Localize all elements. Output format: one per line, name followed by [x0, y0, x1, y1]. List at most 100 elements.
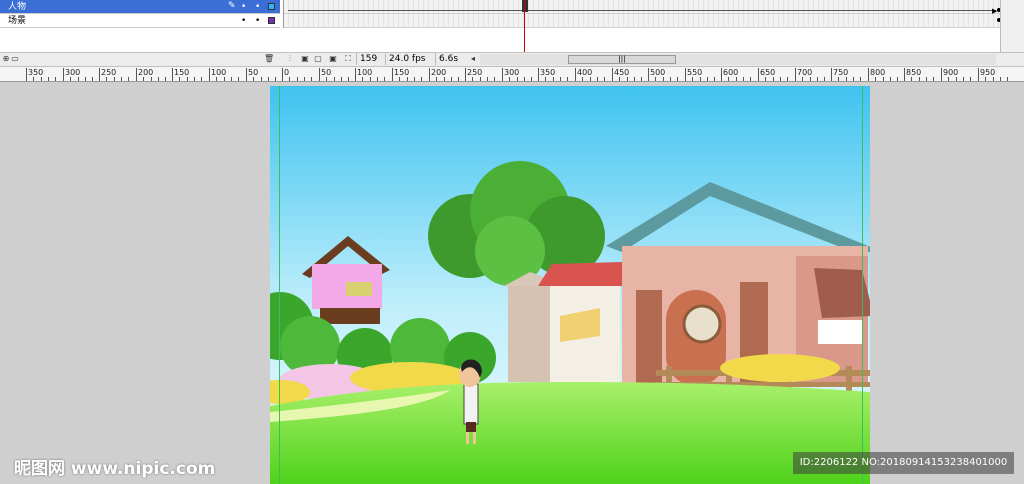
delete-layer-icon[interactable]: 🗑	[264, 54, 274, 64]
ruler-minor-tick	[780, 77, 781, 81]
ruler-minor-tick	[1000, 77, 1001, 81]
center-frame-icon[interactable]: ⫶	[285, 54, 295, 64]
layer-color-swatch[interactable]	[268, 17, 275, 24]
layer-row-characters[interactable]: 人物 ✎ • •	[0, 0, 280, 14]
ruler-major-tick	[904, 68, 905, 81]
horizontal-scroll-thumb[interactable]: |||	[568, 55, 676, 64]
lock-toggle[interactable]: •	[255, 15, 260, 27]
ruler-minor-tick	[824, 77, 825, 81]
frame-rate[interactable]: 24.0 fps	[385, 53, 433, 65]
timeline-status-bar: ⊕ ▭ 🗑 ⫶ ▣ ▢ ▣ ⛶ 159 24.0 fps 6.6s ◂ |||	[0, 52, 1024, 67]
ruler-label: 100	[211, 68, 227, 77]
ruler-minor-tick	[582, 77, 583, 81]
ruler-minor-tick	[677, 77, 678, 81]
ruler-label: 450	[614, 68, 630, 77]
ruler-minor-tick	[875, 77, 876, 81]
ruler-minor-tick	[85, 77, 86, 81]
ruler-minor-tick	[224, 77, 225, 81]
ruler-minor-tick	[838, 77, 839, 81]
ruler-major-tick	[319, 68, 320, 81]
ruler-minor-tick	[238, 77, 239, 81]
ruler-minor-tick	[78, 77, 79, 81]
layer-row-scene[interactable]: 场景 • •	[0, 14, 280, 28]
ruler-label: 900	[943, 68, 959, 77]
ruler-minor-tick	[692, 77, 693, 81]
ruler-minor-tick	[531, 77, 532, 81]
ruler-minor-tick	[194, 77, 195, 81]
ruler-label: 50	[321, 68, 332, 77]
ruler-minor-tick	[590, 77, 591, 81]
ruler-minor-tick	[348, 77, 349, 81]
playhead-handle[interactable]	[522, 0, 528, 12]
ruler-minor-tick	[810, 77, 811, 81]
layer-icon	[1, 3, 7, 11]
ruler-major-tick	[795, 68, 796, 81]
ruler-minor-tick	[216, 77, 217, 81]
ruler-minor-tick	[750, 77, 751, 81]
visibility-toggle[interactable]: •	[241, 15, 246, 27]
edit-multiple-icon[interactable]: ▣	[328, 54, 338, 64]
lock-toggle[interactable]: •	[255, 1, 260, 13]
scroll-left-arrow-icon[interactable]: ◂	[468, 54, 478, 64]
timeline-panel: 人物 ✎ • • 场景 • • ▶	[0, 0, 1024, 52]
ruler-major-tick	[502, 68, 503, 81]
scene-illustration	[270, 86, 870, 484]
ruler-minor-tick	[948, 77, 949, 81]
onion-outline-icon[interactable]: ▢	[313, 54, 323, 64]
onion-markers-icon[interactable]: ⛶	[343, 54, 353, 64]
onion-skin-icon[interactable]: ▣	[300, 54, 310, 64]
layer-color-swatch[interactable]	[268, 3, 275, 10]
ruler-label: 950	[980, 68, 996, 77]
layer-name: 人物	[8, 2, 27, 12]
ruler-minor-tick	[524, 77, 525, 81]
visibility-toggle[interactable]: •	[241, 1, 246, 13]
ruler-label: 850	[906, 68, 922, 77]
ruler-minor-tick	[700, 77, 701, 81]
pencil-icon: ✎	[228, 1, 236, 11]
ruler-minor-tick	[92, 77, 93, 81]
ruler-minor-tick	[897, 77, 898, 81]
ruler-minor-tick	[451, 77, 452, 81]
ruler-minor-tick	[480, 77, 481, 81]
ruler-label: 700	[797, 68, 813, 77]
ruler-minor-tick	[114, 77, 115, 81]
ruler-major-tick	[831, 68, 832, 81]
ruler-minor-tick	[787, 77, 788, 81]
timeline-scrollbar[interactable]	[1000, 0, 1024, 52]
ruler-minor-tick	[414, 77, 415, 81]
ruler-label: 550	[687, 68, 703, 77]
layer-icon	[1, 17, 7, 25]
ruler-major-tick	[136, 68, 137, 81]
ruler-minor-tick	[341, 77, 342, 81]
ruler-minor-tick	[560, 77, 561, 81]
horizontal-scroll-track[interactable]	[480, 54, 996, 65]
ruler-minor-tick	[993, 77, 994, 81]
ruler-minor-tick	[597, 77, 598, 81]
ruler-minor-tick	[143, 77, 144, 81]
ruler-minor-tick	[158, 77, 159, 81]
ruler-minor-tick	[165, 77, 166, 81]
ruler-major-tick	[868, 68, 869, 81]
watermark-id: ID:2206122 NO:20180914153238401000	[793, 452, 1014, 474]
ruler-minor-tick	[517, 77, 518, 81]
ruler-minor-tick	[817, 77, 818, 81]
ruler-major-tick	[721, 68, 722, 81]
ruler-minor-tick	[458, 77, 459, 81]
ruler-minor-tick	[494, 77, 495, 81]
ruler-minor-tick	[728, 77, 729, 81]
ruler-label: 150	[174, 68, 190, 77]
stage-canvas[interactable]	[270, 86, 870, 484]
frame-track-scene[interactable]	[284, 14, 1001, 28]
layer-name: 场景	[8, 16, 27, 26]
ruler-minor-tick	[714, 77, 715, 81]
ruler-major-tick	[26, 68, 27, 81]
ruler-label: 250	[101, 68, 117, 77]
ruler-major-tick	[392, 68, 393, 81]
ruler-label: 100	[357, 68, 373, 77]
ruler-major-tick	[99, 68, 100, 81]
add-folder-icon[interactable]: ▭	[10, 54, 20, 64]
ruler-minor-tick	[963, 77, 964, 81]
frame-track-characters[interactable]: ▶	[284, 0, 1001, 15]
ruler-label: 500	[650, 68, 666, 77]
frame-grid[interactable]: ▶	[283, 0, 1001, 28]
